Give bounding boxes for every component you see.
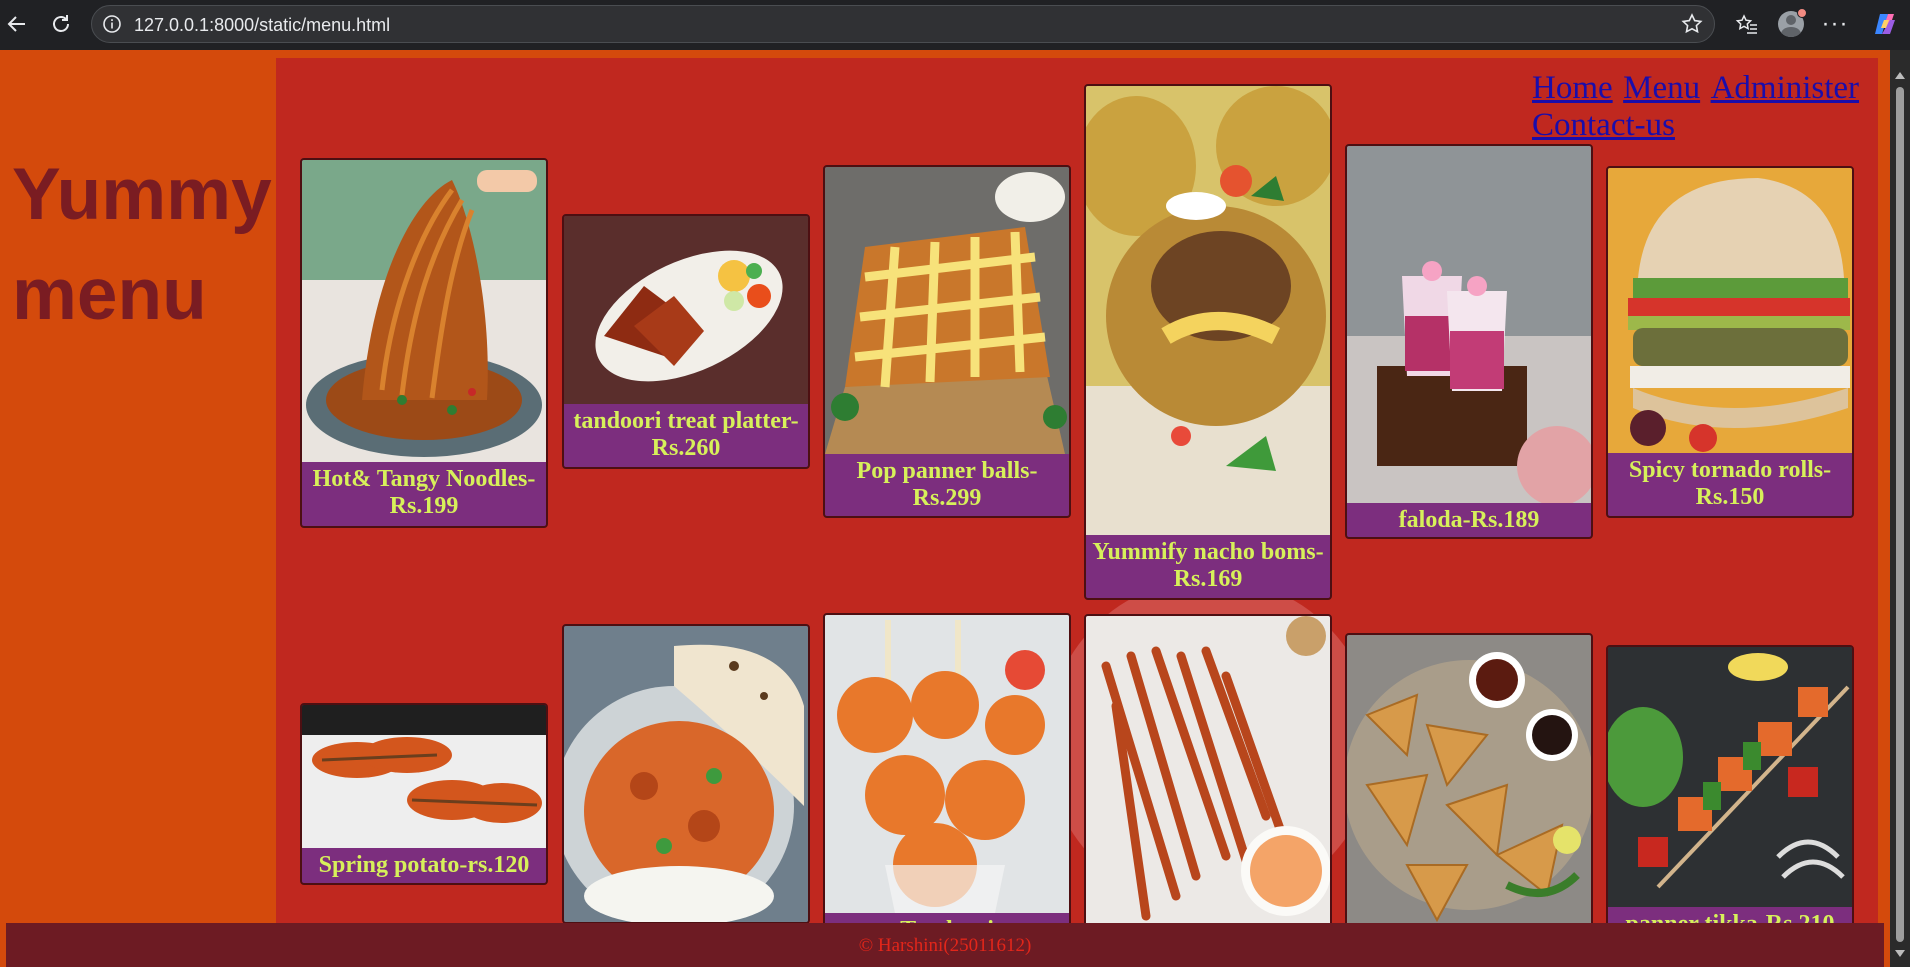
menu-card[interactable]: Hot& Tangy Noodles-Rs.199 — [300, 158, 548, 528]
menu-card[interactable] — [1084, 614, 1332, 929]
menu-card[interactable]: Yummify nacho boms-Rs.169 — [1084, 84, 1332, 600]
panner-balls-icon — [825, 167, 1069, 454]
menu-card[interactable]: faloda-Rs.189 — [1345, 144, 1593, 539]
faloda-icon — [1347, 146, 1591, 503]
noodles-icon — [302, 160, 546, 462]
scrollbar-thumb[interactable] — [1896, 87, 1904, 942]
page-scrollbar[interactable] — [1890, 50, 1910, 967]
nacho-boms-icon — [1086, 86, 1330, 535]
page-title: Yummy menu — [12, 154, 272, 335]
footer-copyright: © Harshini(25011612) — [858, 935, 1032, 956]
favorites-icon[interactable] — [1732, 9, 1762, 39]
menu-item-caption: faloda-Rs.189 — [1398, 507, 1540, 533]
address-bar[interactable]: 127.0.0.1:8000/static/menu.html — [91, 5, 1715, 43]
more-options-icon[interactable]: ··· — [1820, 9, 1850, 39]
browser-toolbar: 127.0.0.1:8000/static/menu.html ··· — [0, 0, 1910, 50]
menu-card[interactable]: Spicy tornado rolls-Rs.150 — [1606, 166, 1854, 518]
menu-card[interactable]: tandoori treat platter-Rs.260 — [562, 214, 810, 469]
curry-rice-icon — [564, 626, 808, 922]
menu-item-caption: Spicy tornado rolls-Rs.150 — [1628, 457, 1832, 510]
menu-card[interactable]: Tandoori — [823, 613, 1071, 928]
panner-tikka-icon — [1608, 647, 1852, 907]
menu-item-caption: Pop panner balls-Rs.299 — [856, 458, 1038, 511]
samosa-icon — [1347, 635, 1591, 930]
page-body: Yummy menu Home Menu Administer Contact-… — [0, 50, 1890, 967]
nav-menu-link[interactable]: Menu — [1623, 70, 1700, 106]
back-arrow-icon[interactable] — [2, 9, 32, 39]
reload-icon[interactable] — [46, 9, 76, 39]
nav-home-link[interactable]: Home — [1532, 70, 1613, 106]
nav-contact-link[interactable]: Contact-us — [1532, 107, 1675, 143]
menu-item-caption: tandoori treat platter-Rs.260 — [573, 408, 799, 461]
nav-administer-link[interactable]: Administer — [1711, 70, 1859, 106]
menu-card[interactable] — [562, 624, 810, 924]
menu-panel: Home Menu Administer Contact-us Hot& Tan… — [276, 58, 1878, 967]
fries-icon — [1086, 616, 1330, 927]
burger-icon — [1608, 168, 1852, 453]
favorite-star-icon[interactable] — [1680, 12, 1704, 36]
menu-item-caption: Hot& Tangy Noodles-Rs.199 — [312, 466, 536, 519]
site-info-icon[interactable] — [101, 13, 123, 35]
top-navigation: Home Menu Administer Contact-us — [1532, 70, 1878, 144]
scroll-up-arrow-icon[interactable] — [1895, 72, 1905, 79]
menu-card[interactable] — [1345, 633, 1593, 933]
spring-potato-icon — [302, 705, 546, 848]
page-footer: © Harshini(25011612) — [6, 923, 1884, 967]
url-text[interactable]: 127.0.0.1:8000/static/menu.html — [134, 15, 390, 36]
scroll-down-arrow-icon[interactable] — [1895, 950, 1905, 957]
tandoori-platter-icon — [564, 216, 808, 404]
menu-item-caption: Yummify nacho boms-Rs.169 — [1092, 539, 1324, 592]
menu-card[interactable]: Pop panner balls-Rs.299 — [823, 165, 1071, 518]
momos-icon — [825, 615, 1069, 913]
menu-card[interactable]: Spring potato-rs.120 — [300, 703, 548, 885]
copilot-icon[interactable] — [1870, 9, 1900, 39]
menu-card[interactable]: panner tikka-Rs.210 — [1606, 645, 1854, 935]
profile-avatar-icon[interactable] — [1776, 8, 1807, 39]
menu-item-caption: Spring potato-rs.120 — [318, 852, 530, 878]
